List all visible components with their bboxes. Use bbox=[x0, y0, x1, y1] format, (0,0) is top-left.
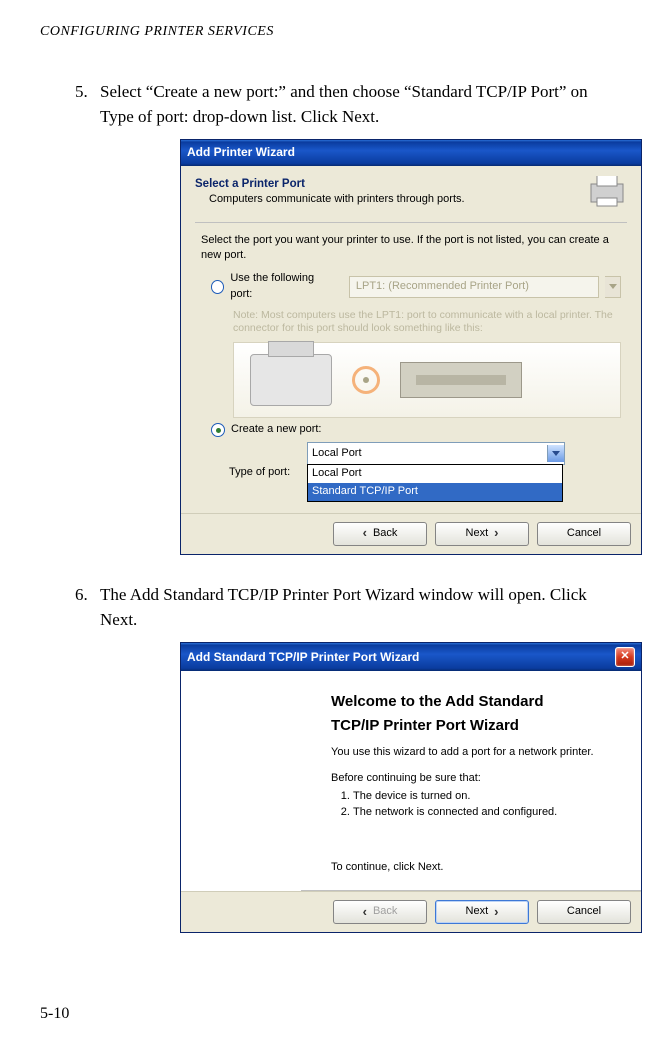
radio-create-new-port[interactable]: Create a new port: bbox=[211, 422, 621, 438]
step-6: The Add Standard TCP/IP Printer Port Wiz… bbox=[92, 583, 609, 933]
page-number: 5-10 bbox=[40, 1005, 69, 1023]
port-illustration bbox=[233, 342, 621, 418]
wizard-heading-line1: Welcome to the Add Standard bbox=[331, 691, 621, 713]
type-of-port-list[interactable]: Local Port Standard TCP/IP Port bbox=[307, 464, 563, 502]
window-title: Add Standard TCP/IP Printer Port Wizard bbox=[187, 649, 419, 666]
type-of-port-label: Type of port: bbox=[229, 465, 301, 481]
lpt1-field: LPT1: (Recommended Printer Port) bbox=[349, 276, 599, 298]
next-button[interactable]: Next bbox=[435, 900, 529, 924]
chevron-down-icon bbox=[605, 276, 621, 298]
titlebar: Add Standard TCP/IP Printer Port Wizard … bbox=[181, 643, 641, 671]
option-local-port[interactable]: Local Port bbox=[308, 465, 562, 483]
note-text: Note: Most computers use the LPT1: port … bbox=[233, 309, 621, 336]
step-5: Select “Create a new port:” and then cho… bbox=[92, 80, 609, 555]
instruction-text: Select the port you want your printer to… bbox=[201, 233, 621, 263]
window-title: Add Printer Wizard bbox=[187, 144, 295, 161]
cancel-button[interactable]: Cancel bbox=[537, 900, 631, 924]
wizard-lead: You use this wizard to add a port for a … bbox=[331, 745, 621, 761]
chevron-down-icon[interactable] bbox=[547, 445, 564, 462]
titlebar: Add Printer Wizard bbox=[181, 140, 641, 165]
add-printer-wizard-window: Add Printer Wizard Select a Printer Port… bbox=[180, 139, 642, 555]
printer-header-icon bbox=[587, 176, 627, 210]
close-icon[interactable]: ✕ bbox=[615, 647, 635, 667]
add-tcpip-port-wizard-window: Add Standard TCP/IP Printer Port Wizard … bbox=[180, 642, 642, 933]
option-standard-tcpip-port[interactable]: Standard TCP/IP Port bbox=[308, 483, 562, 501]
back-button[interactable]: Back bbox=[333, 522, 427, 546]
wizard-heading: Select a Printer Port bbox=[195, 176, 627, 193]
cancel-button[interactable]: Cancel bbox=[537, 522, 631, 546]
before-continuing-label: Before continuing be sure that: bbox=[331, 771, 621, 787]
back-button: Back bbox=[333, 900, 427, 924]
requirement-1: The device is turned on. bbox=[353, 789, 621, 805]
wizard-description: Computers communicate with printers thro… bbox=[209, 192, 627, 208]
continue-hint: To continue, click Next. bbox=[331, 860, 621, 876]
next-button[interactable]: Next bbox=[435, 522, 529, 546]
wizard-heading-line2: TCP/IP Printer Port Wizard bbox=[331, 715, 621, 737]
wizard-side-graphic bbox=[181, 671, 301, 891]
requirement-2: The network is connected and configured. bbox=[353, 805, 621, 821]
type-of-port-combo[interactable]: Local Port Local Port Standard TCP/IP Po… bbox=[307, 442, 565, 503]
radio-use-following-port[interactable]: Use the following port: LPT1: (Recommend… bbox=[211, 271, 621, 303]
page-header: CONFIGURING PRINTER SERVICES bbox=[40, 24, 609, 40]
